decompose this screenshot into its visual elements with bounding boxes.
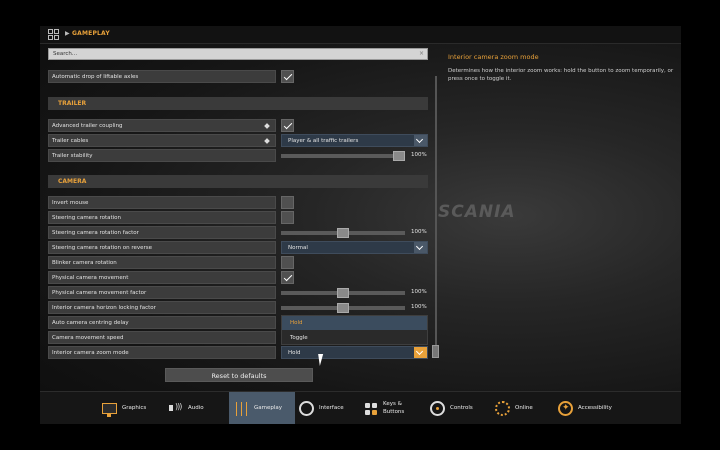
setting-physical-camera-factor: Physical camera movement factor 100% <box>48 286 428 299</box>
setting-label: Automatic drop of liftable axles <box>52 74 139 80</box>
breadcrumb-arrow-icon: ▶ <box>65 30 70 37</box>
setting-label: Physical camera movement <box>52 275 129 281</box>
speaker-icon <box>168 401 183 416</box>
setting-label: Invert mouse <box>52 200 89 206</box>
tab-online[interactable]: Online <box>495 392 550 424</box>
setting-label: Trailer cables <box>52 138 89 144</box>
setting-label: Interior camera zoom mode <box>52 350 129 356</box>
description-title: Interior camera zoom mode <box>448 53 539 61</box>
steering-rotation-reverse-dropdown[interactable]: Normal <box>281 241 428 254</box>
setting-trailer-cables: Trailer cables Player & all traffic trai… <box>48 134 428 147</box>
scrollbar-thumb[interactable] <box>432 345 439 358</box>
reset-defaults-button[interactable]: Reset to defaults <box>165 368 313 382</box>
zoom-mode-options-menu: Hold Toggle <box>281 315 428 345</box>
setting-auto-drop-axles: Automatic drop of liftable axles <box>48 70 428 83</box>
slider-value: 100% <box>411 289 427 295</box>
slider-value: 100% <box>411 229 427 235</box>
setting-steering-rotation-reverse: Steering camera rotation on reverse Norm… <box>48 241 428 254</box>
modified-dot-icon <box>264 138 270 144</box>
setting-invert-mouse: Invert mouse <box>48 196 428 209</box>
setting-label: Steering camera rotation <box>52 215 122 221</box>
setting-trailer-stability: Trailer stability 100% <box>48 149 428 162</box>
setting-label: Trailer stability <box>52 153 93 159</box>
trailer-stability-slider[interactable] <box>281 151 405 161</box>
online-icon <box>495 401 510 416</box>
interface-icon <box>299 401 314 416</box>
slider-knob[interactable] <box>337 303 349 313</box>
slider-value: 100% <box>411 304 427 310</box>
accessibility-icon <box>558 401 573 416</box>
clear-icon[interactable]: × <box>419 50 424 57</box>
category-tab-bar: Graphics Audio Gameplay Interface Keys &… <box>40 391 681 424</box>
slider-value: 100% <box>411 152 427 158</box>
menu-option-hold[interactable]: Hold <box>282 316 427 330</box>
tab-keys-buttons[interactable]: Keys & Buttons <box>363 392 423 424</box>
physical-camera-movement-checkbox[interactable] <box>281 271 294 284</box>
slider-knob[interactable] <box>393 151 405 161</box>
setting-label: Blinker camera rotation <box>52 260 117 266</box>
setting-steering-camera-rotation: Steering camera rotation <box>48 211 428 224</box>
tab-audio[interactable]: Audio <box>168 392 220 424</box>
top-bar: ▶ GAMEPLAY <box>40 26 681 44</box>
chevron-down-icon <box>414 135 427 146</box>
steering-camera-rotation-checkbox[interactable] <box>281 211 294 224</box>
setting-label: Steering camera rotation on reverse <box>52 245 153 251</box>
breadcrumb[interactable]: GAMEPLAY <box>72 30 110 37</box>
monitor-icon <box>102 403 117 417</box>
tab-interface[interactable]: Interface <box>299 392 361 424</box>
settings-window: ▶ GAMEPLAY SCANIA Search... × Automatic … <box>40 26 681 424</box>
zoom-mode-dropdown[interactable]: Hold <box>281 346 428 359</box>
section-header-camera: CAMERA <box>48 175 428 188</box>
setting-label: Steering camera rotation factor <box>52 230 139 236</box>
menu-option-toggle[interactable]: Toggle <box>282 331 427 345</box>
sliders-icon <box>234 401 249 416</box>
description-text: Determines how the interior zoom works: … <box>448 68 674 82</box>
mouse-cursor-icon <box>318 354 330 366</box>
scrollbar-track[interactable] <box>435 76 437 356</box>
search-placeholder: Search... <box>53 51 78 57</box>
steering-wheel-icon <box>430 401 445 416</box>
invert-mouse-checkbox[interactable] <box>281 196 294 209</box>
chevron-down-icon <box>414 347 427 358</box>
advanced-coupling-checkbox[interactable] <box>281 119 294 132</box>
tab-gameplay[interactable]: Gameplay <box>229 392 295 424</box>
setting-advanced-coupling: Advanced trailer coupling <box>48 119 428 132</box>
steering-rotation-factor-slider[interactable] <box>281 228 405 238</box>
setting-horizon-locking-factor: Interior camera horizon locking factor 1… <box>48 301 428 314</box>
setting-label: Physical camera movement factor <box>52 290 147 296</box>
modified-dot-icon <box>264 123 270 129</box>
blinker-camera-rotation-checkbox[interactable] <box>281 256 294 269</box>
section-header-trailer: TRAILER <box>48 97 428 110</box>
horizon-locking-slider[interactable] <box>281 303 405 313</box>
physical-camera-factor-slider[interactable] <box>281 288 405 298</box>
setting-label: Auto camera centring delay <box>52 320 129 326</box>
setting-interior-zoom-mode: Interior camera zoom mode Hold <box>48 346 428 359</box>
setting-label: Advanced trailer coupling <box>52 123 123 129</box>
slider-knob[interactable] <box>337 288 349 298</box>
setting-label: Interior camera horizon locking factor <box>52 305 156 311</box>
tab-graphics[interactable]: Graphics <box>102 392 162 424</box>
trailer-cables-dropdown[interactable]: Player & all traffic trailers <box>281 134 428 147</box>
setting-blinker-camera-rotation: Blinker camera rotation <box>48 256 428 269</box>
menu-grid-icon[interactable] <box>48 29 59 40</box>
keys-icon <box>363 401 378 416</box>
tab-controls[interactable]: Controls <box>430 392 488 424</box>
tab-accessibility[interactable]: Accessibility <box>558 392 628 424</box>
auto-drop-checkbox[interactable] <box>281 70 294 83</box>
chevron-down-icon <box>414 242 427 253</box>
setting-steering-camera-rotation-factor: Steering camera rotation factor 100% <box>48 226 428 239</box>
search-input[interactable]: Search... × <box>48 48 428 60</box>
setting-physical-camera-movement: Physical camera movement <box>48 271 428 284</box>
slider-knob[interactable] <box>337 228 349 238</box>
setting-label: Camera movement speed <box>52 335 124 341</box>
background-brand-logo: SCANIA <box>438 202 516 222</box>
